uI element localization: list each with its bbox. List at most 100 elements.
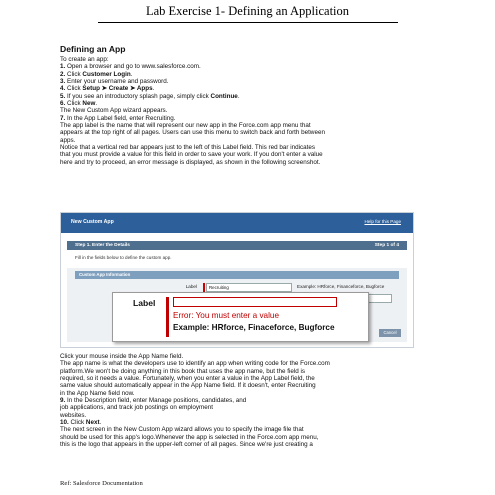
cancel-button[interactable]: Cancel bbox=[379, 329, 401, 337]
step-number: 3. bbox=[60, 78, 68, 86]
text-segment: . bbox=[99, 419, 102, 427]
text-segment: If you see an introductory splash page, … bbox=[67, 92, 211, 100]
text-segment: Click bbox=[67, 85, 83, 93]
text-line: websites. bbox=[60, 412, 436, 419]
text-line: apps. bbox=[60, 137, 436, 144]
text-segment: Click bbox=[67, 100, 83, 108]
text-segment: The next screen in the New Custom App wi… bbox=[60, 426, 304, 434]
text-line: 9. In the Description field, enter Manag… bbox=[60, 397, 436, 404]
text-line: The app label is the name that will repr… bbox=[60, 122, 436, 129]
ui-term: Setup ➤ Create ➤ Apps bbox=[82, 85, 153, 93]
text-line: same value should automatically appear i… bbox=[60, 382, 436, 389]
text-segment: Click bbox=[70, 419, 86, 427]
text-line: job applications, and track job postings… bbox=[60, 404, 436, 411]
label-input[interactable]: Recruiting bbox=[206, 283, 292, 292]
text-segment: Open a browser and go to www.salesforce.… bbox=[67, 63, 201, 71]
step-number: 4. bbox=[60, 85, 68, 93]
text-line: 4. Click Setup ➤ Create ➤ Apps. bbox=[60, 85, 436, 92]
callout-example: Example: HRforce, Finaceforce, Bugforce bbox=[173, 323, 335, 332]
text-line: that you must provide a value for this f… bbox=[60, 151, 436, 158]
section-heading: Defining an App bbox=[60, 44, 126, 54]
step-number: 6. bbox=[60, 100, 68, 108]
text-segment: appears at the top right of all pages. U… bbox=[60, 129, 325, 137]
text-line: this is the logo that appears in the upp… bbox=[60, 441, 436, 448]
fill-hint: Fill in the fields below to define the c… bbox=[75, 255, 172, 260]
step-bar: Step 1. Enter the Details Step 1 of 4 bbox=[67, 241, 407, 250]
text-line: The New Custom App wizard appears. bbox=[60, 107, 436, 114]
text-segment: should be used for this app's logo.Whene… bbox=[60, 433, 319, 441]
text-segment: To create an app: bbox=[60, 56, 109, 63]
footer-reference: Ref: Salesforce Documentation bbox=[60, 480, 143, 487]
text-segment: required, so it needs a value. Fortunate… bbox=[60, 375, 315, 383]
callout-error-message: Error: You must enter a value bbox=[173, 311, 280, 320]
text-line: appears at the top right of all pages. U… bbox=[60, 129, 436, 136]
text-segment: Enter your username and password. bbox=[67, 78, 169, 86]
instructions-after: Click your mouse inside the App Name fie… bbox=[60, 353, 436, 448]
text-line: 1. Open a browser and go to www.salesfor… bbox=[60, 63, 436, 70]
text-line: To create an app: bbox=[60, 56, 436, 63]
step-number: 1. bbox=[60, 63, 68, 71]
step-number: 2. bbox=[60, 70, 68, 78]
text-segment: The New Custom App wizard appears. bbox=[60, 107, 168, 115]
text-segment: apps. bbox=[60, 136, 76, 144]
step-count: Step 1 of 4 bbox=[374, 242, 399, 248]
text-segment: Click bbox=[67, 70, 83, 78]
step-number: 7. bbox=[60, 114, 68, 122]
text-line: should be used for this app's logo.Whene… bbox=[60, 434, 436, 441]
wizard-header: New Custom App Help for this Page bbox=[61, 213, 413, 233]
text-segment: The app label is the name that will repr… bbox=[60, 122, 311, 130]
ui-term: Customer Login bbox=[82, 70, 131, 78]
text-line: 3. Enter your username and password. bbox=[60, 78, 436, 85]
label-example: Example: HRforce, Financeforce, Bugforce bbox=[297, 284, 385, 289]
ui-term: Continue bbox=[210, 92, 238, 100]
text-line: 10. Click Next. bbox=[60, 419, 436, 426]
ui-term: Next bbox=[85, 419, 100, 427]
text-segment: . bbox=[95, 100, 98, 108]
ui-term: New bbox=[82, 100, 96, 108]
instructions-intro: To create an app: 1. Open a browser and g… bbox=[60, 56, 436, 166]
step-number: 9. bbox=[60, 397, 68, 405]
text-segment: that you must provide a value for this f… bbox=[60, 151, 323, 159]
text-line: The next screen in the New Custom App wi… bbox=[60, 426, 436, 433]
step-number: 5. bbox=[60, 92, 68, 100]
text-segment: . bbox=[237, 92, 240, 100]
text-segment: Click your mouse inside the App Name fie… bbox=[60, 353, 184, 360]
text-segment: websites. bbox=[60, 411, 87, 419]
text-segment: in the App Name field now. bbox=[60, 389, 135, 397]
wizard-title: New Custom App bbox=[71, 219, 114, 225]
text-line: 7. In the App Label field, enter Recruit… bbox=[60, 115, 436, 122]
callout-required-bar bbox=[166, 297, 169, 337]
text-segment: The app name is what the developers use … bbox=[60, 360, 330, 368]
info-section-bar: Custom App Information bbox=[75, 271, 399, 279]
text-line: in the App Name field now. bbox=[60, 390, 436, 397]
text-line: The app name is what the developers use … bbox=[60, 360, 436, 367]
callout-label-input[interactable] bbox=[173, 297, 337, 307]
text-segment: . bbox=[130, 70, 133, 78]
text-segment: Notice that a vertical red bar appears j… bbox=[60, 144, 316, 152]
text-line: 2. Click Customer Login. bbox=[60, 71, 436, 78]
step-number: 10. bbox=[60, 419, 71, 427]
text-segment: job applications, and track job postings… bbox=[60, 404, 213, 412]
info-section-title: Custom App Information bbox=[79, 272, 131, 278]
text-line: platform.We won't be doing anything in t… bbox=[60, 368, 436, 375]
step-title: Step 1. Enter the Details bbox=[75, 242, 130, 248]
page-title: Lab Exercise 1- Defining an Application bbox=[0, 4, 495, 23]
text-line: 6. Click New. bbox=[60, 100, 436, 107]
text-segment: platform.We won't be doing anything in t… bbox=[60, 367, 306, 375]
required-indicator bbox=[203, 283, 205, 292]
text-segment: In the App Label field, enter Recruiting… bbox=[67, 114, 176, 122]
text-line: Click your mouse inside the App Name fie… bbox=[60, 353, 436, 360]
text-line: Notice that a vertical red bar appears j… bbox=[60, 144, 436, 151]
text-segment: same value should automatically appear i… bbox=[60, 382, 316, 390]
text-segment: this is the logo that appears in the upp… bbox=[60, 441, 313, 449]
label-field-label: Label bbox=[185, 284, 197, 289]
text-line: required, so it needs a value. Fortunate… bbox=[60, 375, 436, 382]
text-line: 5. If you see an introductory splash pag… bbox=[60, 93, 436, 100]
text-segment: In the Description field, enter Manage p… bbox=[67, 397, 247, 405]
help-link[interactable]: Help for this Page bbox=[364, 219, 401, 224]
error-callout: Label Error: You must enter a value Exam… bbox=[112, 292, 369, 342]
text-line: here and try to proceed, an error messag… bbox=[60, 159, 436, 166]
text-segment: here and try to proceed, an error messag… bbox=[60, 158, 321, 166]
callout-label: Label bbox=[133, 298, 156, 308]
text-segment: . bbox=[152, 85, 155, 93]
